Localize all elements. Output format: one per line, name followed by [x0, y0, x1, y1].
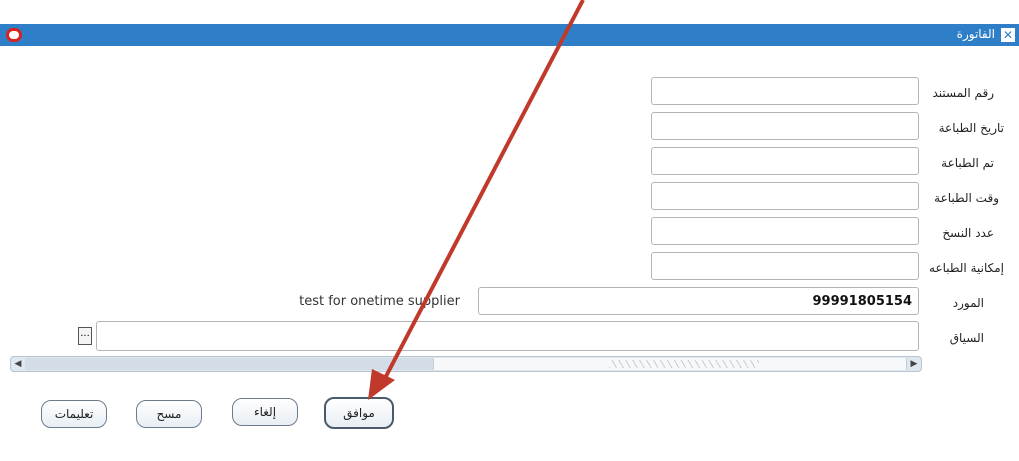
printed-label: تم الطباعة [941, 156, 994, 170]
form-panel: رقم المستند تاريخ الطباعة تم الطباعة وقت… [10, 50, 1010, 454]
window-title: الفاتورة [956, 27, 995, 41]
context-label: السياق [949, 331, 984, 345]
document-number-field[interactable] [651, 77, 919, 105]
scroll-thumb[interactable] [433, 358, 907, 370]
clear-button[interactable]: مسح [136, 400, 202, 428]
print-availability-label: إمكانية الطباعه [929, 261, 1004, 275]
cancel-button[interactable]: إلغاء [232, 398, 298, 426]
print-date-field[interactable] [651, 112, 919, 140]
copies-count-field[interactable] [651, 217, 919, 245]
context-field[interactable] [96, 321, 919, 351]
scroll-left-arrow-icon[interactable]: ◀ [12, 357, 24, 371]
supplier-label: المورد [952, 296, 984, 310]
context-lov-button[interactable]: ... [78, 327, 92, 345]
supplier-number-field[interactable]: 99991805154 [478, 287, 919, 315]
printed-field[interactable] [651, 147, 919, 175]
oracle-logo-icon [6, 28, 22, 42]
close-icon[interactable]: ✕ [1001, 28, 1015, 42]
print-time-label: وقت الطباعة [934, 191, 999, 205]
print-date-label: تاريخ الطباعة [938, 121, 1004, 135]
horizontal-scrollbar[interactable]: ◀ ▶ [10, 356, 922, 372]
copies-count-label: عدد النسخ [942, 226, 994, 240]
ok-button[interactable]: موافق [324, 397, 394, 429]
print-time-field[interactable] [651, 182, 919, 210]
print-availability-field[interactable] [651, 252, 919, 280]
scroll-grip-icon [609, 360, 759, 368]
help-button[interactable]: تعليمات [41, 400, 107, 428]
scroll-track[interactable] [25, 358, 433, 370]
window-titlebar: الفاتورة ✕ [0, 24, 1019, 46]
supplier-name: test for onetime supplier [299, 294, 460, 309]
scroll-right-arrow-icon[interactable]: ▶ [908, 357, 920, 371]
document-number-label: رقم المستند [932, 86, 994, 100]
